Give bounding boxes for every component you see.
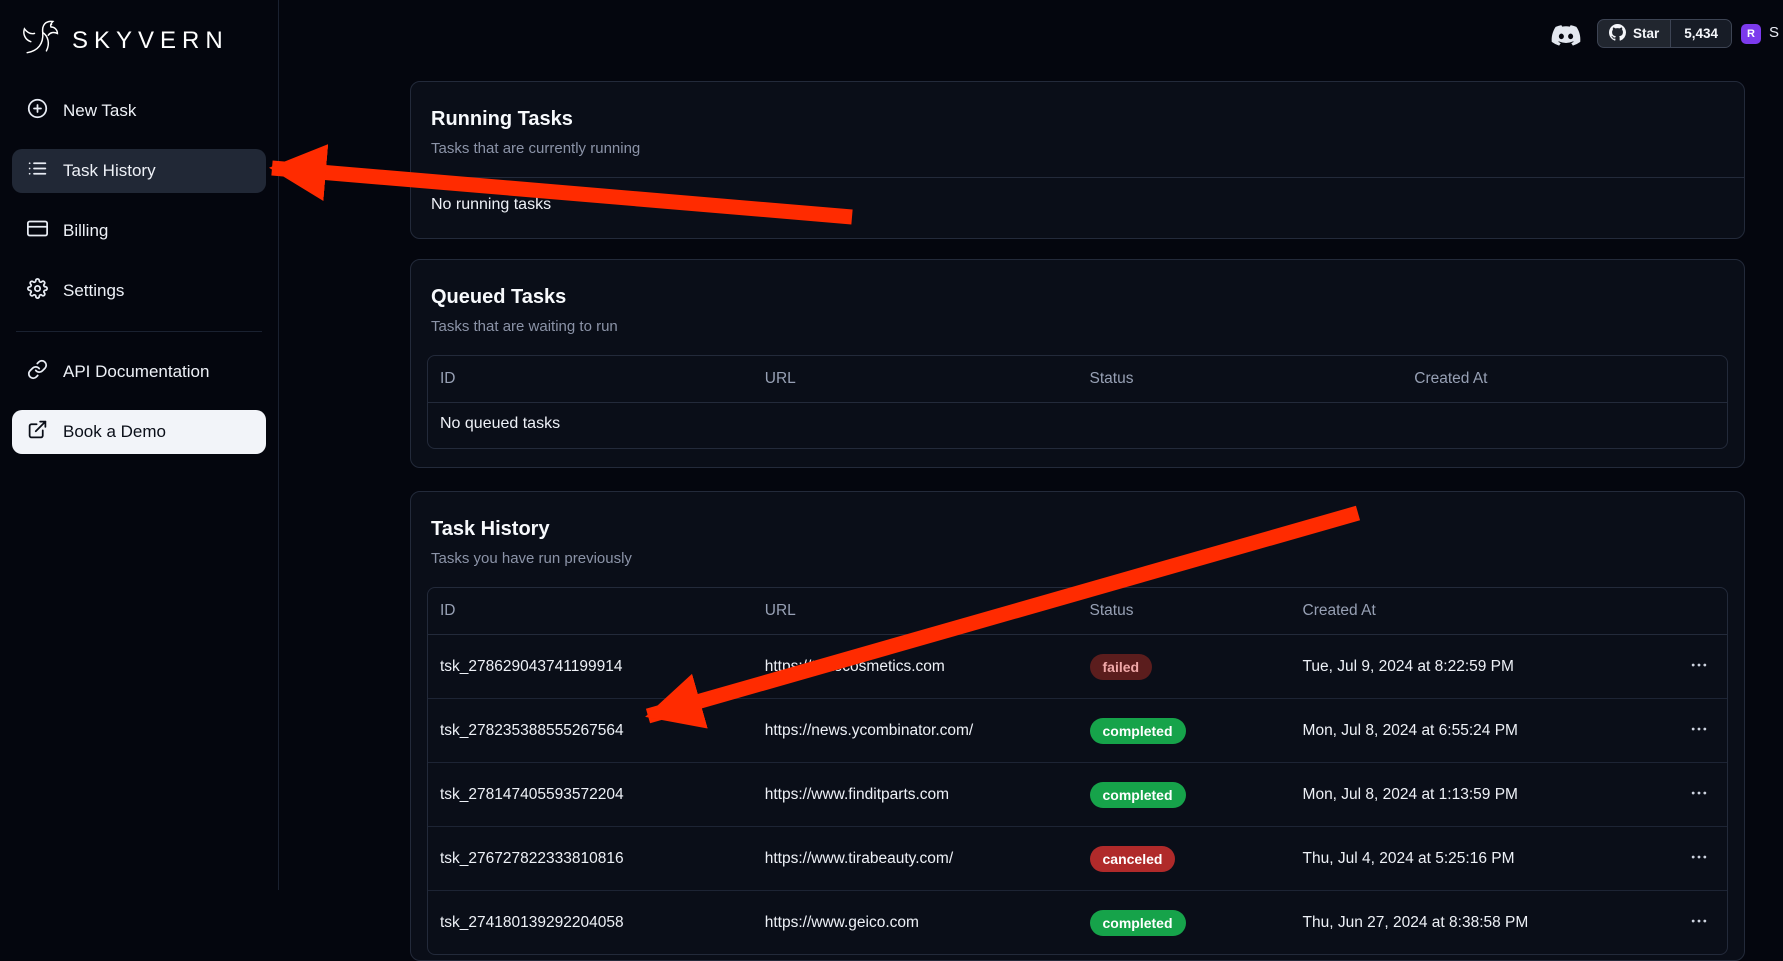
queued-tasks-table: ID URL Status Created At No queued tasks <box>427 355 1728 449</box>
running-tasks-card: Running Tasks Tasks that are currently r… <box>410 81 1745 239</box>
github-star-widget[interactable]: Star 5,434 <box>1597 19 1732 48</box>
main-content: Running Tasks Tasks that are currently r… <box>279 0 1783 890</box>
task-created-at: Thu, Jul 4, 2024 at 5:25:16 PM <box>1291 834 1668 884</box>
skyvern-logo[interactable]: SKYVERN <box>0 0 278 75</box>
clipped-user-label: S <box>1769 24 1779 41</box>
column-header-id: ID <box>428 356 753 402</box>
sidebar-item-book-a-demo[interactable]: Book a Demo <box>12 410 266 454</box>
more-horizontal-icon <box>1689 847 1709 867</box>
task-url: https://www.tirabeauty.com/ <box>753 834 1078 884</box>
queued-tasks-empty-text: No queued tasks <box>428 403 1727 448</box>
task-status-cell: completed <box>1078 766 1291 824</box>
sidebar-item-settings[interactable]: Settings <box>12 269 266 313</box>
status-badge: completed <box>1090 782 1186 808</box>
column-header-url: URL <box>753 356 1078 402</box>
sidebar-item-label: API Documentation <box>63 362 209 382</box>
running-tasks-title: Running Tasks <box>431 106 1724 132</box>
sidebar-divider <box>16 331 262 332</box>
user-avatar[interactable]: R <box>1741 24 1761 44</box>
task-id: tsk_274180139292204058 <box>428 898 753 948</box>
column-header-status: Status <box>1078 588 1291 634</box>
task-created-at: Mon, Jul 8, 2024 at 6:55:24 PM <box>1291 706 1668 756</box>
column-header-created-at: Created At <box>1291 588 1668 634</box>
topbar: Star 5,434 R S <box>279 0 1783 66</box>
more-horizontal-icon <box>1689 911 1709 931</box>
sidebar-nav: New Task Task History Billing <box>0 75 278 454</box>
skyvern-dragon-icon <box>18 16 62 65</box>
row-more-options-button[interactable] <box>1683 651 1715 682</box>
task-status-cell: completed <box>1078 702 1291 760</box>
task-url: https://www.geico.com <box>753 898 1078 948</box>
row-more-options-button[interactable] <box>1683 907 1715 938</box>
queued-tasks-table-header: ID URL Status Created At <box>428 356 1727 403</box>
link-icon <box>27 359 48 385</box>
sidebar-item-label: Settings <box>63 281 124 301</box>
status-badge: completed <box>1090 718 1186 744</box>
task-history-rows: tsk_278629043741199914 https://tartecosm… <box>428 635 1727 954</box>
task-url: https://www.finditparts.com <box>753 770 1078 820</box>
list-icon <box>27 158 48 184</box>
task-id: tsk_276727822333810816 <box>428 834 753 884</box>
status-badge: failed <box>1090 654 1153 680</box>
task-history-title: Task History <box>431 516 1724 542</box>
task-created-at: Thu, Jun 27, 2024 at 8:38:58 PM <box>1291 898 1668 948</box>
row-more-options-button[interactable] <box>1683 779 1715 810</box>
queued-tasks-subtitle: Tasks that are waiting to run <box>431 318 1724 335</box>
queued-tasks-title: Queued Tasks <box>431 284 1724 310</box>
more-horizontal-icon <box>1689 655 1709 675</box>
task-status-cell: failed <box>1078 638 1291 696</box>
table-row[interactable]: tsk_278235388555267564 https://news.ycom… <box>428 699 1727 763</box>
table-row[interactable]: tsk_276727822333810816 https://www.tirab… <box>428 827 1727 891</box>
credit-card-icon <box>27 218 48 244</box>
table-row[interactable]: tsk_278629043741199914 https://tartecosm… <box>428 635 1727 699</box>
discord-icon[interactable] <box>1550 22 1582 47</box>
task-id: tsk_278147405593572204 <box>428 770 753 820</box>
github-star-label: Star <box>1633 26 1659 41</box>
table-row[interactable]: tsk_274180139292204058 https://www.geico… <box>428 891 1727 954</box>
task-created-at: Tue, Jul 9, 2024 at 8:22:59 PM <box>1291 642 1668 692</box>
task-history-table: ID URL Status Created At tsk_27862904374… <box>427 587 1728 955</box>
logo-wordmark: SKYVERN <box>72 27 229 55</box>
plus-circle-icon <box>27 98 48 124</box>
queued-tasks-card: Queued Tasks Tasks that are waiting to r… <box>410 259 1745 468</box>
task-history-subtitle: Tasks you have run previously <box>431 550 1724 567</box>
more-horizontal-icon <box>1689 783 1709 803</box>
running-tasks-subtitle: Tasks that are currently running <box>431 140 1724 157</box>
external-link-icon <box>27 419 48 445</box>
sidebar-item-task-history[interactable]: Task History <box>12 149 266 193</box>
task-id: tsk_278235388555267564 <box>428 706 753 756</box>
table-row[interactable]: tsk_278147405593572204 https://www.findi… <box>428 763 1727 827</box>
task-url: https://news.ycombinator.com/ <box>753 706 1078 756</box>
running-tasks-empty-text: No running tasks <box>411 178 1744 238</box>
github-icon <box>1609 24 1626 44</box>
task-history-table-header: ID URL Status Created At <box>428 588 1727 635</box>
sidebar-item-label: Billing <box>63 221 108 241</box>
github-star-count: 5,434 <box>1670 20 1731 47</box>
sidebar-item-new-task[interactable]: New Task <box>12 89 266 133</box>
column-header-id: ID <box>428 588 753 634</box>
gear-icon <box>27 278 48 304</box>
task-status-cell: completed <box>1078 894 1291 952</box>
task-status-cell: canceled <box>1078 830 1291 888</box>
status-badge: canceled <box>1090 846 1176 872</box>
task-id: tsk_278629043741199914 <box>428 642 753 692</box>
task-history-card: Task History Tasks you have run previous… <box>410 491 1745 961</box>
column-header-created-at: Created At <box>1402 356 1727 402</box>
row-more-options-button[interactable] <box>1683 715 1715 746</box>
sidebar: SKYVERN New Task Task History <box>0 0 279 890</box>
column-header-url: URL <box>753 588 1078 634</box>
sidebar-item-billing[interactable]: Billing <box>12 209 266 253</box>
more-horizontal-icon <box>1689 719 1709 739</box>
row-more-options-button[interactable] <box>1683 843 1715 874</box>
column-header-status: Status <box>1078 356 1403 402</box>
sidebar-item-api-documentation[interactable]: API Documentation <box>12 350 266 394</box>
status-badge: completed <box>1090 910 1186 936</box>
task-url: https://tartecosmetics.com <box>753 642 1078 692</box>
task-created-at: Mon, Jul 8, 2024 at 1:13:59 PM <box>1291 770 1668 820</box>
sidebar-item-label: Task History <box>63 161 156 181</box>
sidebar-item-label: New Task <box>63 101 136 121</box>
column-header-actions <box>1667 588 1727 634</box>
sidebar-item-label: Book a Demo <box>63 422 166 442</box>
